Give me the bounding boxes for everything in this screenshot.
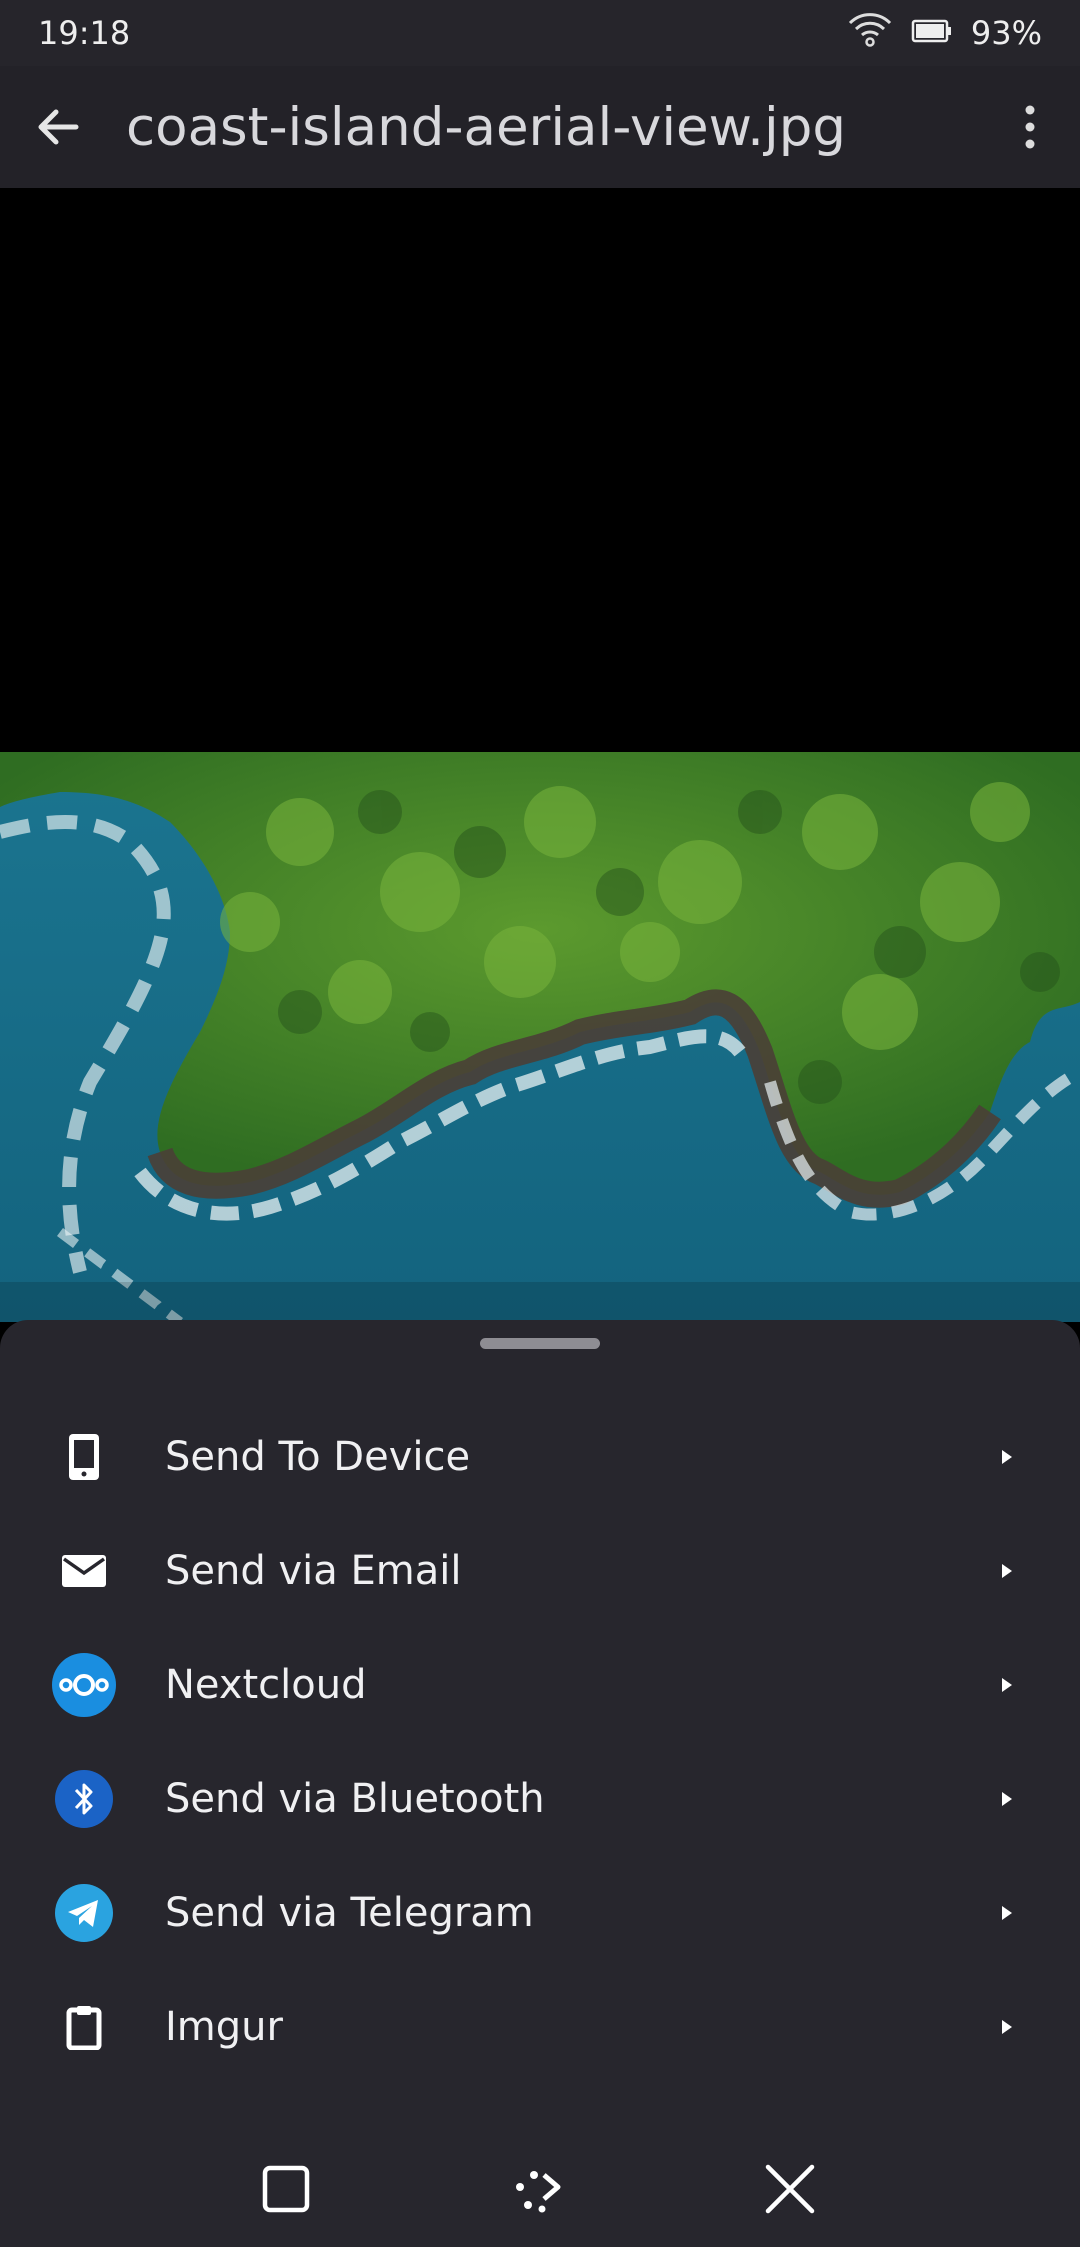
- square-icon: [262, 2165, 310, 2212]
- app-bar: coast-island-aerial-view.jpg: [0, 66, 1080, 188]
- file-title: coast-island-aerial-view.jpg: [126, 96, 847, 158]
- status-bar: 19:18 93%: [0, 0, 1080, 66]
- share-item-label: Send via Email: [165, 1548, 462, 1594]
- share-item-send-to-device[interactable]: Send To Device: [0, 1400, 1080, 1514]
- navigation-bar: [0, 2130, 1080, 2247]
- share-item-nextcloud[interactable]: Nextcloud: [0, 1628, 1080, 1742]
- share-item-label: Send To Device: [165, 1434, 471, 1480]
- drag-handle[interactable]: [480, 1338, 600, 1349]
- arrow-left-icon: [38, 109, 79, 145]
- chevron-right-icon: [1002, 1564, 1012, 1578]
- phone-icon: [52, 1425, 116, 1489]
- back-button[interactable]: [0, 66, 116, 188]
- share-sheet: Send To Device Send via Email Nextcloud: [0, 1320, 1080, 2247]
- more-options-button[interactable]: [980, 66, 1080, 188]
- chevron-right-icon: [1002, 1792, 1012, 1806]
- share-item-label: Send via Bluetooth: [165, 1776, 545, 1822]
- home-button[interactable]: [498, 2149, 578, 2229]
- close-icon: [765, 2164, 815, 2213]
- share-item-send-via-bluetooth[interactable]: Send via Bluetooth: [0, 1742, 1080, 1856]
- telegram-icon: [52, 1881, 116, 1945]
- photo[interactable]: [0, 752, 1080, 1322]
- overview-button[interactable]: [246, 2149, 326, 2229]
- battery-icon: [911, 14, 953, 52]
- share-item-label: Nextcloud: [165, 1662, 367, 1708]
- share-item-send-via-email[interactable]: Send via Email: [0, 1514, 1080, 1628]
- status-icons: 93%: [847, 11, 1042, 55]
- image-viewer-background: [0, 188, 1080, 752]
- chevron-right-icon: [1002, 1450, 1012, 1464]
- close-button[interactable]: [750, 2149, 830, 2229]
- bluetooth-icon: [52, 1767, 116, 1831]
- share-item-label: Imgur: [165, 2004, 283, 2050]
- dots-arrow-icon: [516, 2170, 561, 2212]
- share-item-label: Send via Telegram: [165, 1890, 534, 1936]
- share-item-send-via-telegram[interactable]: Send via Telegram: [0, 1856, 1080, 1970]
- chevron-right-icon: [1002, 1906, 1012, 1920]
- battery-percent: 93%: [970, 14, 1042, 52]
- wifi-icon: [847, 11, 893, 55]
- chevron-right-icon: [1002, 1678, 1012, 1692]
- nextcloud-icon: [52, 1653, 116, 1717]
- clipboard-icon: [52, 1995, 116, 2059]
- more-vert-icon: [1025, 105, 1035, 149]
- share-item-imgur[interactable]: Imgur: [0, 1970, 1080, 2084]
- chevron-right-icon: [1002, 2020, 1012, 2034]
- status-time: 19:18: [38, 14, 131, 52]
- email-icon: [52, 1539, 116, 1603]
